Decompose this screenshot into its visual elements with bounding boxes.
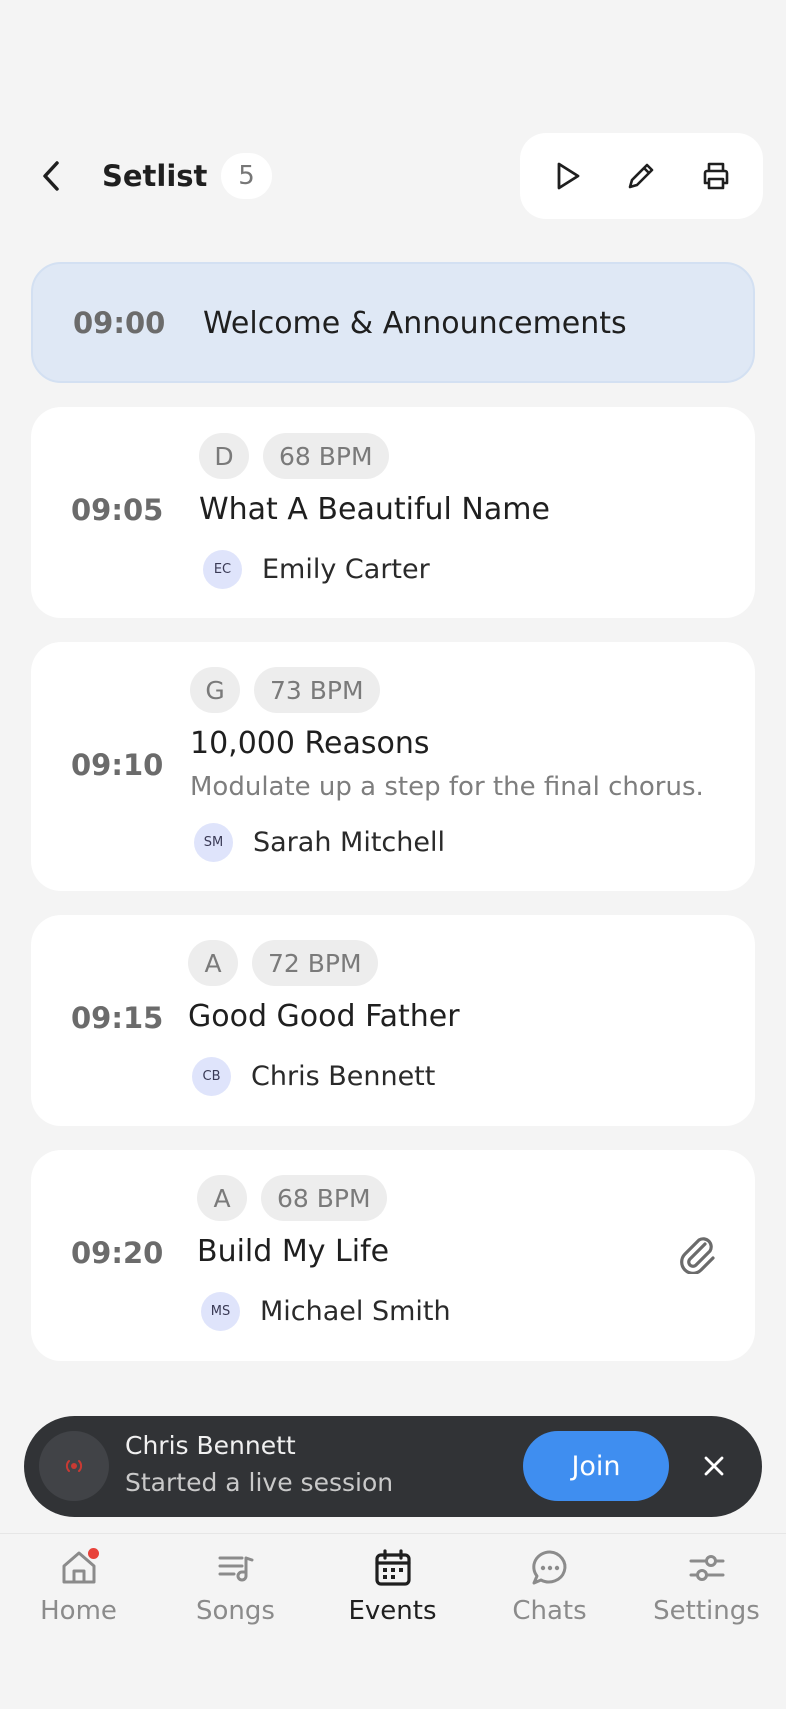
songs-icon bbox=[214, 1546, 258, 1590]
live-session-toast: Chris Bennett Started a live session Joi… bbox=[24, 1416, 762, 1517]
tab-label: Songs bbox=[196, 1596, 275, 1626]
assignee: MS Michael Smith bbox=[201, 1292, 451, 1331]
tab-label: Chats bbox=[512, 1596, 587, 1626]
setlist-item-song[interactable]: 09:15 A 72 BPM Good Good Father CB Chris… bbox=[31, 915, 755, 1126]
play-button[interactable] bbox=[539, 148, 595, 204]
item-time: 09:15 bbox=[71, 1001, 164, 1035]
song-meta: G 73 BPM bbox=[190, 667, 380, 713]
close-toast-button[interactable] bbox=[694, 1446, 734, 1486]
item-title: Welcome & Announcements bbox=[203, 306, 627, 341]
back-button[interactable] bbox=[36, 155, 66, 197]
item-time: 09:10 bbox=[71, 748, 164, 782]
key-chip: D bbox=[199, 433, 249, 479]
assignee: SM Sarah Mitchell bbox=[194, 823, 445, 862]
item-time: 09:20 bbox=[71, 1236, 164, 1270]
bottom-tab-bar: Home Songs Events Chats Settings bbox=[0, 1533, 786, 1709]
song-meta: A 72 BPM bbox=[188, 940, 378, 986]
avatar: SM bbox=[194, 823, 233, 862]
close-icon bbox=[704, 1456, 724, 1476]
tab-songs[interactable]: Songs bbox=[157, 1546, 314, 1646]
bpm-chip: 68 BPM bbox=[263, 433, 389, 479]
notification-dot bbox=[87, 1548, 99, 1559]
paperclip-icon bbox=[680, 1237, 715, 1274]
key-chip: G bbox=[190, 667, 240, 713]
join-button[interactable]: Join bbox=[523, 1431, 669, 1501]
calendar-icon bbox=[371, 1546, 415, 1590]
pencil-icon bbox=[629, 163, 654, 189]
setlist-item-song[interactable]: 09:10 G 73 BPM 10,000 Reasons Modulate u… bbox=[31, 642, 755, 891]
tab-settings[interactable]: Settings bbox=[628, 1546, 785, 1646]
toast-title: Chris Bennett bbox=[125, 1431, 296, 1460]
print-button[interactable] bbox=[688, 148, 744, 204]
avatar: MS bbox=[201, 1292, 240, 1331]
avatar: CB bbox=[192, 1057, 231, 1096]
chevron-left-icon bbox=[43, 161, 59, 191]
setlist-item-song[interactable]: 09:05 D 68 BPM What A Beautiful Name EC … bbox=[31, 407, 755, 618]
edit-button[interactable] bbox=[613, 148, 669, 204]
header: Setlist 5 bbox=[0, 133, 786, 219]
setlist-item-announcement[interactable]: 09:00 Welcome & Announcements bbox=[31, 262, 755, 383]
item-time: 09:05 bbox=[71, 493, 164, 527]
sliders-icon bbox=[685, 1546, 729, 1590]
song-meta: A 68 BPM bbox=[197, 1175, 387, 1221]
setlist-item-song[interactable]: 09:20 A 68 BPM Build My Life MS Michael … bbox=[31, 1150, 755, 1361]
song-title: Good Good Father bbox=[188, 999, 460, 1034]
printer-icon bbox=[703, 162, 729, 190]
tab-label: Settings bbox=[653, 1596, 760, 1626]
assignee-name: Emily Carter bbox=[262, 554, 430, 585]
assignee-name: Chris Bennett bbox=[251, 1061, 436, 1092]
assignee-name: Michael Smith bbox=[260, 1296, 451, 1327]
chat-icon bbox=[528, 1546, 572, 1590]
song-title: 10,000 Reasons bbox=[190, 726, 430, 761]
bpm-chip: 73 BPM bbox=[254, 667, 380, 713]
key-chip: A bbox=[197, 1175, 247, 1221]
action-group bbox=[520, 133, 763, 219]
song-title: What A Beautiful Name bbox=[199, 492, 550, 527]
tab-chats[interactable]: Chats bbox=[471, 1546, 628, 1646]
key-chip: A bbox=[188, 940, 238, 986]
item-count-badge: 5 bbox=[221, 153, 272, 199]
song-title: Build My Life bbox=[197, 1234, 390, 1269]
song-meta: D 68 BPM bbox=[199, 433, 389, 479]
home-icon bbox=[57, 1546, 101, 1590]
song-note: Modulate up a step for the final chorus. bbox=[190, 772, 704, 802]
assignee: CB Chris Bennett bbox=[192, 1057, 435, 1096]
page-title: Setlist bbox=[102, 159, 208, 193]
live-broadcast-icon bbox=[39, 1431, 109, 1501]
avatar: EC bbox=[203, 550, 242, 589]
tab-events[interactable]: Events bbox=[314, 1546, 471, 1646]
bpm-chip: 72 BPM bbox=[252, 940, 378, 986]
item-time: 09:00 bbox=[73, 306, 166, 340]
toast-subtitle: Started a live session bbox=[125, 1468, 394, 1497]
assignee-name: Sarah Mitchell bbox=[253, 827, 445, 858]
play-icon bbox=[557, 162, 580, 190]
attachment-button[interactable] bbox=[675, 1230, 719, 1274]
tab-label: Events bbox=[348, 1596, 437, 1626]
bpm-chip: 68 BPM bbox=[261, 1175, 387, 1221]
assignee: EC Emily Carter bbox=[203, 550, 430, 589]
tab-label: Home bbox=[40, 1596, 117, 1626]
tab-home[interactable]: Home bbox=[0, 1546, 157, 1646]
